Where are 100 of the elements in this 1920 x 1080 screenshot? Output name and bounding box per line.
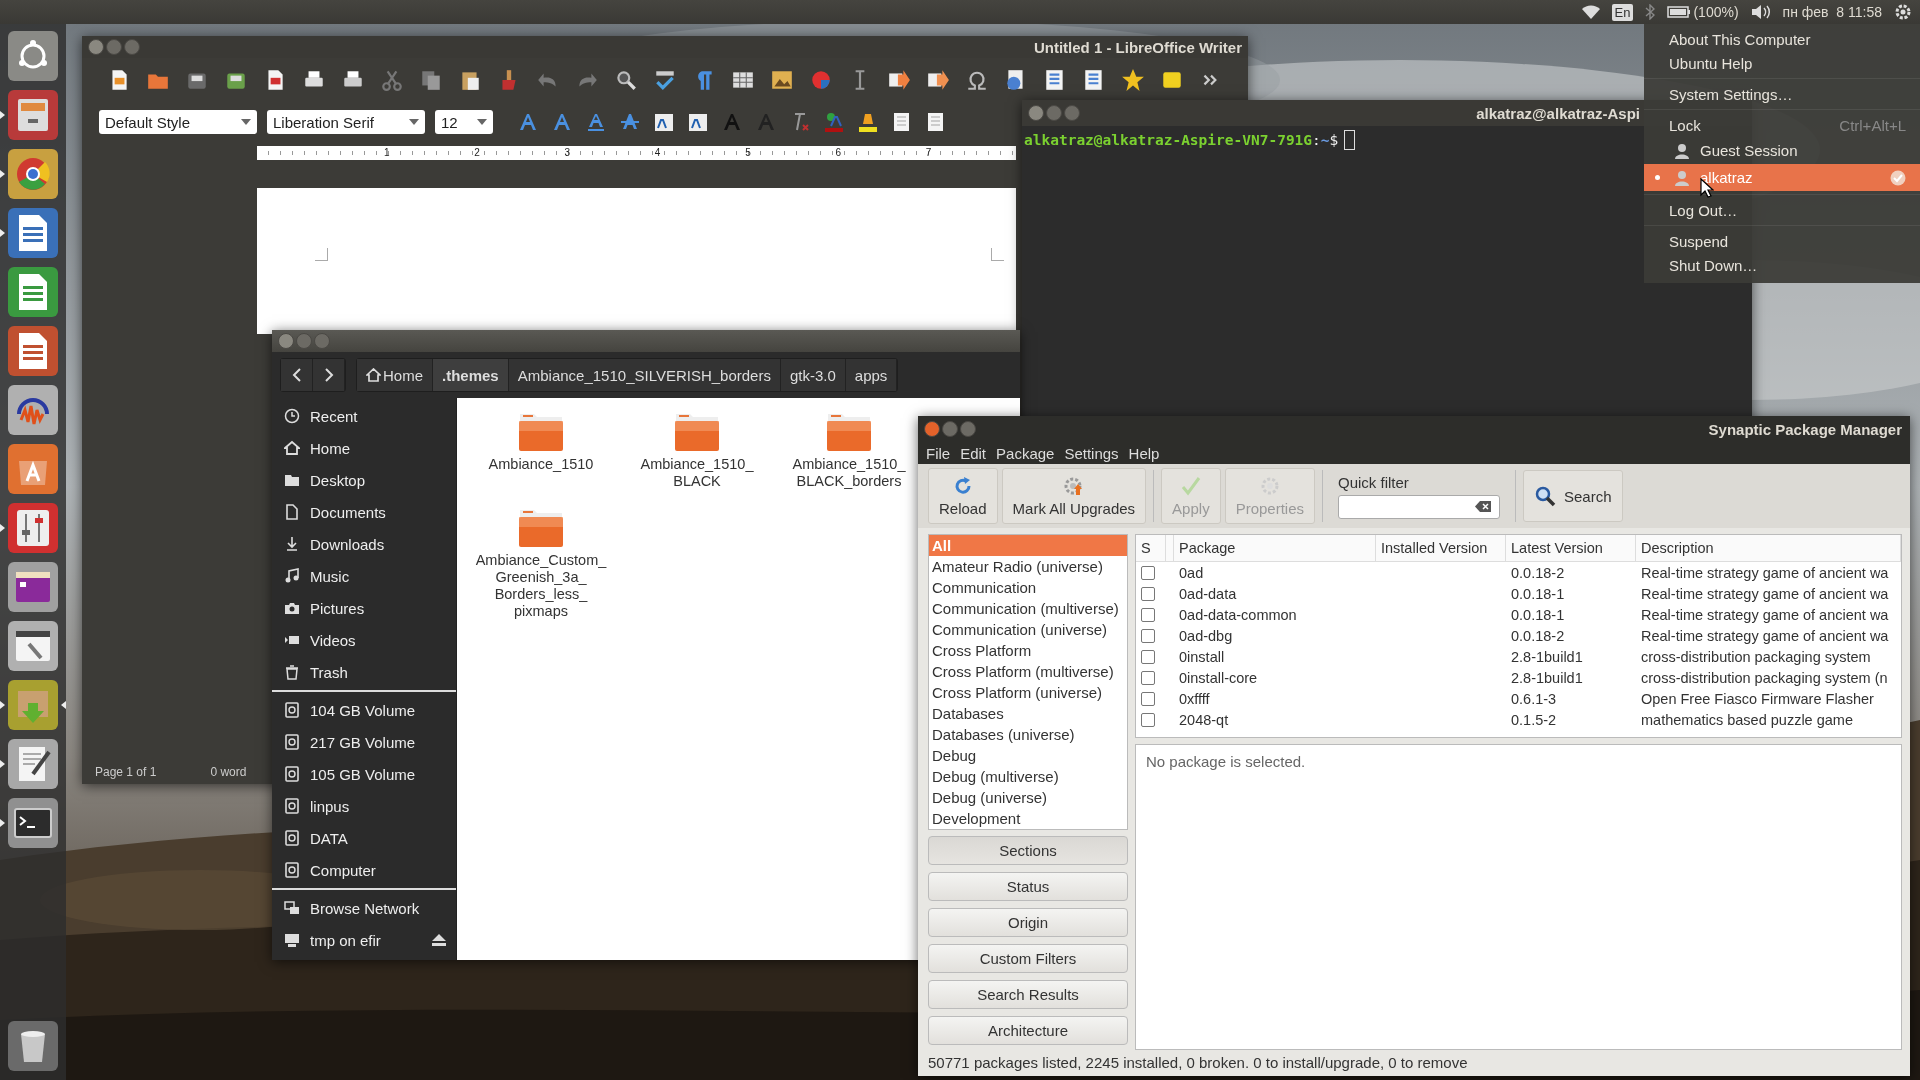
- column-header[interactable]: Package: [1174, 535, 1376, 561]
- file-cabinet-icon[interactable]: [7, 89, 59, 141]
- section-item[interactable]: Communication: [929, 577, 1127, 598]
- toolbar-button[interactable]: Mark All Upgrades: [1001, 468, 1147, 524]
- close-button[interactable]: [88, 39, 104, 55]
- eject-icon[interactable]: [432, 934, 446, 946]
- maximize-button[interactable]: [960, 421, 976, 437]
- filter-button[interactable]: Architecture: [928, 1016, 1128, 1045]
- bluetooth-icon[interactable]: [1645, 4, 1656, 20]
- checkbox[interactable]: [1141, 607, 1155, 622]
- sidebar-item[interactable]: Videos: [272, 624, 456, 656]
- terminal-icon[interactable]: [7, 797, 59, 849]
- folder-icon[interactable]: [518, 508, 564, 548]
- minimize-button[interactable]: [942, 421, 958, 437]
- paragraph-style-field[interactable]: Default Style: [99, 110, 257, 134]
- sidebar-item[interactable]: Trash: [272, 656, 456, 688]
- app-window-icon[interactable]: [7, 561, 59, 613]
- font-name-field[interactable]: Liberation Serif: [267, 110, 425, 134]
- sidebar-item[interactable]: linpus: [272, 790, 456, 822]
- menu-item[interactable]: Settings: [1064, 444, 1119, 462]
- sidebar-item[interactable]: Music: [272, 560, 456, 592]
- sidebar-item[interactable]: 217 GB Volume: [272, 726, 456, 758]
- folder-name[interactable]: Ambiance_1510_BLACK_borders: [783, 456, 915, 490]
- checkbox[interactable]: [1141, 691, 1155, 706]
- quick-filter-field[interactable]: [1338, 494, 1500, 519]
- character-color-icon[interactable]: [823, 111, 845, 133]
- back-button[interactable]: [281, 359, 313, 391]
- chart-icon[interactable]: [809, 68, 833, 92]
- search-button[interactable]: Search: [1523, 470, 1623, 522]
- close-button[interactable]: [1028, 105, 1044, 121]
- close-button[interactable]: [924, 421, 940, 437]
- toolbar-button[interactable]: Reload: [928, 468, 998, 524]
- section-item[interactable]: Cross Platform: [929, 640, 1127, 661]
- ubuntu-logo-icon[interactable]: [7, 30, 59, 82]
- sidebar-item[interactable]: Pictures: [272, 592, 456, 624]
- menu-item[interactable]: File: [926, 444, 951, 462]
- checkbox[interactable]: [1141, 649, 1155, 664]
- path-button[interactable]: Home: [357, 359, 433, 391]
- section-item[interactable]: Communication (universe): [929, 619, 1127, 640]
- section-item[interactable]: Databases: [929, 703, 1127, 724]
- sidebar-item[interactable]: 104 GB Volume: [272, 694, 456, 726]
- column-header[interactable]: S: [1136, 535, 1166, 561]
- column-header[interactable]: Installed Version: [1376, 535, 1506, 561]
- section-item[interactable]: Development: [929, 808, 1127, 829]
- menu-item[interactable]: About This Computer: [1644, 27, 1920, 51]
- sidebar-item[interactable]: Desktop: [272, 464, 456, 496]
- filter-button[interactable]: Custom Filters: [928, 944, 1128, 973]
- section-item[interactable]: Debug (universe): [929, 787, 1127, 808]
- volume-icon[interactable]: [1750, 4, 1771, 20]
- shopping-bag-icon[interactable]: [7, 443, 59, 495]
- filter-button[interactable]: Sections: [928, 836, 1128, 865]
- wifi-icon[interactable]: [1581, 5, 1600, 19]
- section-item[interactable]: Databases (universe): [929, 724, 1127, 745]
- sidebar-item[interactable]: 105 GB Volume: [272, 758, 456, 790]
- sidebar-item[interactable]: Downloads: [272, 528, 456, 560]
- filter-button[interactable]: Origin: [928, 908, 1128, 937]
- headphones-icon[interactable]: [7, 384, 59, 436]
- section-item[interactable]: Debug: [929, 745, 1127, 766]
- menu-item[interactable]: Lock Ctrl+Alt+L: [1644, 113, 1920, 137]
- spreadsheet-icon[interactable]: [7, 266, 59, 318]
- menu-item[interactable]: Package: [996, 444, 1055, 462]
- scissors-icon[interactable]: [380, 68, 404, 92]
- close-button[interactable]: [278, 333, 294, 349]
- trash-icon[interactable]: [7, 1020, 59, 1072]
- column-header[interactable]: Description: [1636, 535, 1901, 561]
- font-effect-icon[interactable]: [517, 111, 539, 133]
- folder-icon[interactable]: [518, 412, 564, 452]
- menu-item[interactable]: Help: [1128, 444, 1160, 462]
- find-icon[interactable]: [614, 68, 638, 92]
- menu-item[interactable]: Suspend: [1644, 229, 1920, 253]
- menu-item[interactable]: Guest Session: [1644, 137, 1920, 164]
- folder-icon[interactable]: [674, 412, 720, 452]
- power-gear-icon[interactable]: [1894, 3, 1912, 21]
- clear-icon[interactable]: [1475, 501, 1491, 512]
- checkbox[interactable]: [1141, 712, 1155, 727]
- sidebar-item[interactable]: Documents: [272, 496, 456, 528]
- document-page[interactable]: [257, 188, 1016, 334]
- sidebar-item[interactable]: Home: [272, 432, 456, 464]
- filter-button[interactable]: Search Results: [928, 980, 1128, 1009]
- folder-name[interactable]: Ambiance_1510: [475, 456, 607, 473]
- sidebar-item[interactable]: DATA: [272, 822, 456, 854]
- checkbox[interactable]: [1141, 586, 1155, 601]
- mixer-icon[interactable]: [7, 502, 59, 554]
- section-item[interactable]: Cross Platform (multiverse): [929, 661, 1127, 682]
- underline-effect-icon[interactable]: [585, 111, 607, 133]
- text-editor-icon[interactable]: [7, 738, 59, 790]
- menu-item[interactable]: Shut Down…: [1644, 253, 1920, 277]
- path-button[interactable]: .themes: [433, 359, 509, 391]
- document-icon[interactable]: [7, 207, 59, 259]
- section-item[interactable]: Cross Platform (universe): [929, 682, 1127, 703]
- presentation-icon[interactable]: [7, 325, 59, 377]
- checkbox[interactable]: [1141, 670, 1155, 685]
- package-download-icon[interactable]: [7, 679, 59, 731]
- browser-icon[interactable]: [7, 148, 59, 200]
- spellcheck-icon[interactable]: [653, 68, 677, 92]
- highlight-icon[interactable]: [857, 111, 879, 133]
- wrench-window-icon[interactable]: [7, 620, 59, 672]
- battery-indicator[interactable]: (100%): [1667, 4, 1739, 20]
- section-item[interactable]: Communication (multiverse): [929, 598, 1127, 619]
- sidebar-item[interactable]: tmp on efir: [272, 924, 456, 956]
